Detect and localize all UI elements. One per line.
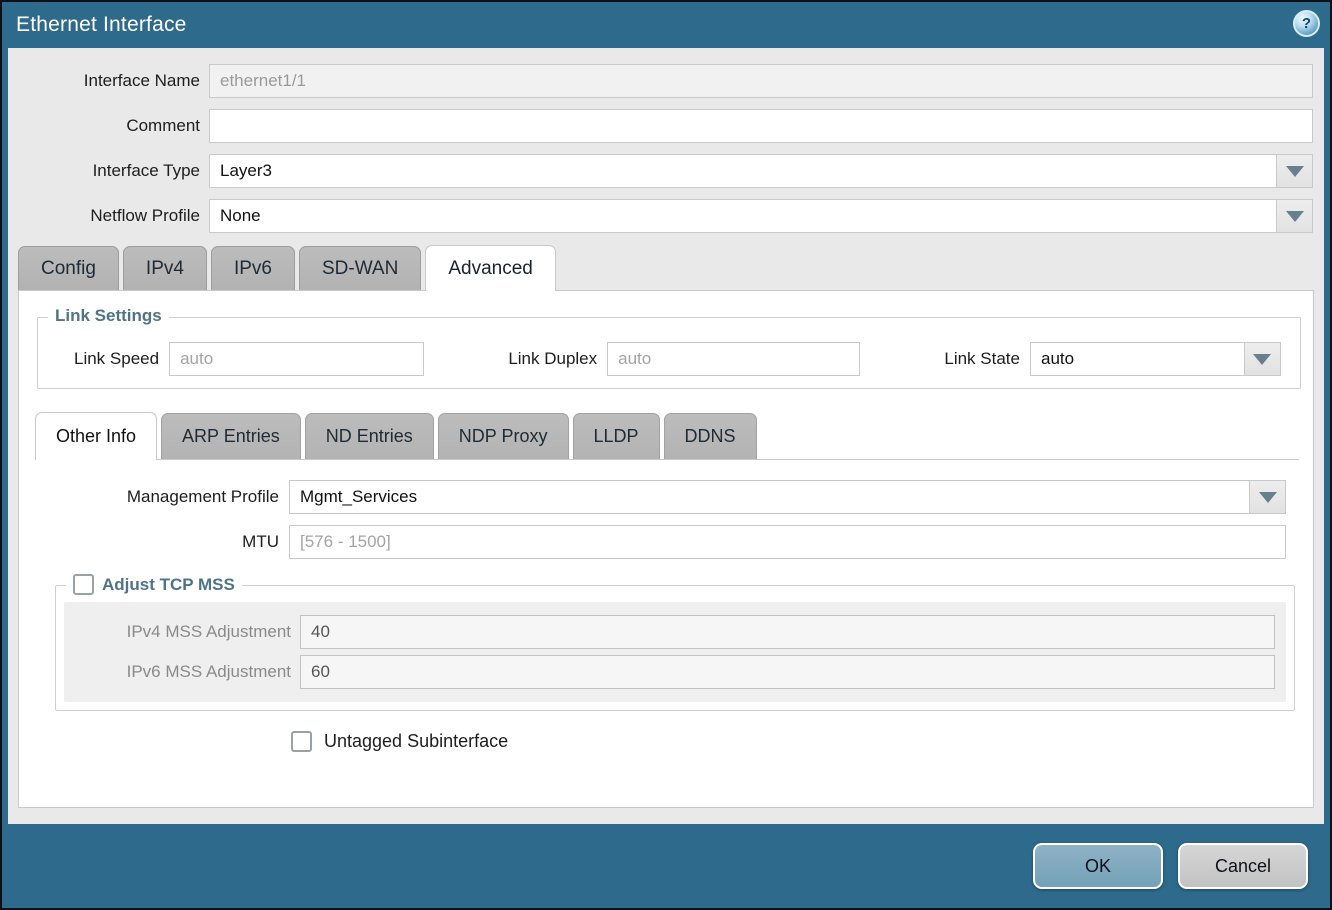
- link-settings-legend: Link Settings: [48, 306, 169, 326]
- help-icon[interactable]: ?: [1293, 10, 1320, 37]
- netflow-profile-label: Netflow Profile: [8, 206, 200, 226]
- subtab-ddns[interactable]: DDNS: [664, 413, 757, 459]
- link-duplex-field[interactable]: [607, 342, 860, 376]
- ipv6-mss-label: IPv6 MSS Adjustment: [64, 662, 291, 682]
- advanced-tab-panel: Link Settings Link Speed Link Duplex Lin…: [18, 290, 1314, 808]
- interface-type-label: Interface Type: [8, 161, 200, 181]
- untagged-subinterface-checkbox[interactable]: [291, 731, 312, 752]
- interface-type-dropdown[interactable]: Layer3: [209, 154, 1313, 188]
- link-speed-field[interactable]: [169, 342, 424, 376]
- ipv6-mss-field: [300, 655, 1275, 689]
- adjust-tcp-mss-fieldset: Adjust TCP MSS IPv4 MSS Adjustment IPv6 …: [55, 585, 1295, 711]
- ipv4-mss-field: [300, 615, 1275, 649]
- link-state-value: auto: [1031, 343, 1244, 375]
- link-settings-fieldset: Link Settings Link Speed Link Duplex Lin…: [37, 317, 1301, 389]
- mtu-label: MTU: [19, 532, 279, 552]
- subtab-lldp[interactable]: LLDP: [573, 413, 660, 459]
- help-question-glyph: ?: [1302, 15, 1311, 32]
- netflow-profile-dropdown[interactable]: None: [209, 199, 1313, 233]
- netflow-profile-value: None: [210, 200, 1276, 232]
- ipv6-mss-row: IPv6 MSS Adjustment: [64, 655, 1286, 689]
- interface-name-label: Interface Name: [8, 71, 200, 91]
- ipv4-mss-row: IPv4 MSS Adjustment: [64, 615, 1286, 649]
- mss-disabled-panel: IPv4 MSS Adjustment IPv6 MSS Adjustment: [64, 602, 1286, 702]
- dropdown-arrow-icon: [1286, 211, 1304, 222]
- link-speed-group: Link Speed: [74, 342, 424, 376]
- mtu-field[interactable]: [289, 525, 1286, 559]
- subtab-arp-entries[interactable]: ARP Entries: [161, 413, 301, 459]
- link-settings-legend-text: Link Settings: [55, 306, 162, 326]
- dialog-content: Interface Name Comment Interface Type La…: [8, 48, 1324, 824]
- adjust-tcp-mss-legend-text: Adjust TCP MSS: [102, 575, 235, 595]
- tab-sdwan[interactable]: SD-WAN: [299, 246, 421, 290]
- management-profile-value: Mgmt_Services: [290, 481, 1249, 513]
- interface-name-field: [209, 64, 1313, 98]
- management-profile-label: Management Profile: [19, 487, 279, 507]
- ethernet-interface-dialog: Ethernet Interface ? Interface Name Comm…: [0, 0, 1332, 910]
- interface-type-value: Layer3: [210, 155, 1276, 187]
- management-profile-dropdown[interactable]: Mgmt_Services: [289, 480, 1286, 514]
- management-profile-row: Management Profile Mgmt_Services: [19, 480, 1313, 514]
- interface-type-row: Interface Type Layer3: [8, 154, 1324, 188]
- comment-label: Comment: [8, 116, 200, 136]
- netflow-profile-row: Netflow Profile None: [8, 199, 1324, 233]
- tab-ipv4[interactable]: IPv4: [123, 246, 207, 290]
- link-duplex-group: Link Duplex: [508, 342, 860, 376]
- untagged-subinterface-label: Untagged Subinterface: [324, 731, 508, 752]
- tab-advanced[interactable]: Advanced: [425, 245, 556, 291]
- chevron-down-icon[interactable]: [1249, 481, 1285, 513]
- tab-config[interactable]: Config: [18, 246, 119, 290]
- dialog-title: Ethernet Interface: [16, 13, 187, 37]
- chevron-down-icon[interactable]: [1276, 200, 1312, 232]
- cancel-button[interactable]: Cancel: [1178, 843, 1308, 889]
- link-state-dropdown[interactable]: auto: [1030, 342, 1281, 376]
- dropdown-arrow-icon: [1259, 492, 1277, 503]
- link-speed-label: Link Speed: [74, 349, 159, 369]
- link-state-group: Link State auto: [944, 342, 1281, 376]
- ipv4-mss-label: IPv4 MSS Adjustment: [64, 622, 291, 642]
- mtu-row: MTU: [19, 525, 1313, 559]
- ok-button[interactable]: OK: [1033, 843, 1163, 889]
- footer-bar: OK Cancel: [2, 824, 1330, 908]
- title-bar: Ethernet Interface ?: [2, 2, 1330, 48]
- comment-field[interactable]: [209, 109, 1313, 143]
- dropdown-arrow-icon: [1253, 354, 1271, 365]
- chevron-down-icon[interactable]: [1244, 343, 1280, 375]
- subtab-other-info[interactable]: Other Info: [35, 412, 157, 460]
- link-state-label: Link State: [944, 349, 1020, 369]
- comment-row: Comment: [8, 109, 1324, 143]
- tab-ipv6[interactable]: IPv6: [211, 246, 295, 290]
- subtab-nd-entries[interactable]: ND Entries: [305, 413, 434, 459]
- interface-name-row: Interface Name: [8, 64, 1324, 98]
- chevron-down-icon[interactable]: [1276, 155, 1312, 187]
- main-tab-bar: Config IPv4 IPv6 SD-WAN Advanced: [18, 244, 1324, 290]
- sub-tab-bar: Other Info ARP Entries ND Entries NDP Pr…: [35, 411, 1299, 460]
- adjust-tcp-mss-legend: Adjust TCP MSS: [66, 574, 242, 595]
- adjust-tcp-mss-checkbox[interactable]: [73, 574, 94, 595]
- dropdown-arrow-icon: [1286, 166, 1304, 177]
- untagged-subinterface-row: Untagged Subinterface: [291, 731, 1313, 752]
- subtab-ndp-proxy[interactable]: NDP Proxy: [438, 413, 569, 459]
- link-duplex-label: Link Duplex: [508, 349, 597, 369]
